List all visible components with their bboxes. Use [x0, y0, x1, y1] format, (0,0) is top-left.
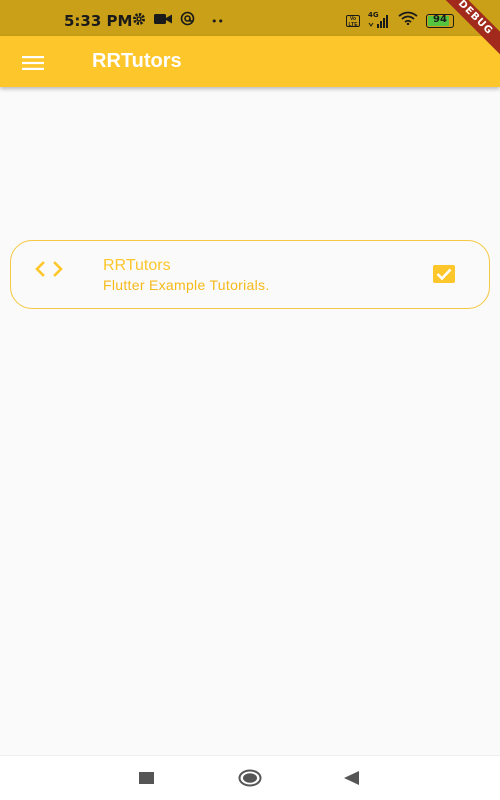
tile-subtitle: Flutter Example Tutorials.: [103, 277, 270, 293]
hamburger-menu-icon: [22, 56, 44, 70]
tile-title: RRTutors: [103, 257, 171, 274]
signal-4g-icon: 4G: [368, 11, 390, 28]
vpn-at-icon: [180, 11, 195, 31]
menu-button[interactable]: [14, 43, 54, 83]
status-left-icons: ••: [132, 11, 224, 31]
status-bar: 5:33 PM •• Vo LTE 4G 94: [0, 0, 500, 36]
recents-square-icon[interactable]: [139, 772, 155, 790]
system-navigation-bar: [0, 755, 500, 800]
volte-icon: Vo LTE: [346, 14, 360, 27]
battery-icon: 94: [426, 13, 454, 28]
settings-gear-icon: [132, 12, 146, 31]
app-title: RRTutors: [92, 50, 182, 72]
list-tile[interactable]: RRTutors Flutter Example Tutorials.: [10, 240, 490, 309]
wifi-icon: [398, 11, 418, 30]
status-right-icons: Vo LTE 4G 94: [346, 11, 454, 30]
home-circle-icon[interactable]: [238, 769, 262, 792]
more-notifications-dots: ••: [211, 14, 224, 28]
checkbox-checked-icon[interactable]: [432, 264, 456, 284]
app-bar: RRTutors: [0, 36, 500, 87]
code-icon: [35, 259, 65, 279]
video-camera-icon: [154, 12, 172, 30]
back-triangle-icon[interactable]: [344, 771, 360, 790]
battery-level: 94: [433, 13, 447, 25]
status-time: 5:33 PM: [64, 12, 133, 30]
